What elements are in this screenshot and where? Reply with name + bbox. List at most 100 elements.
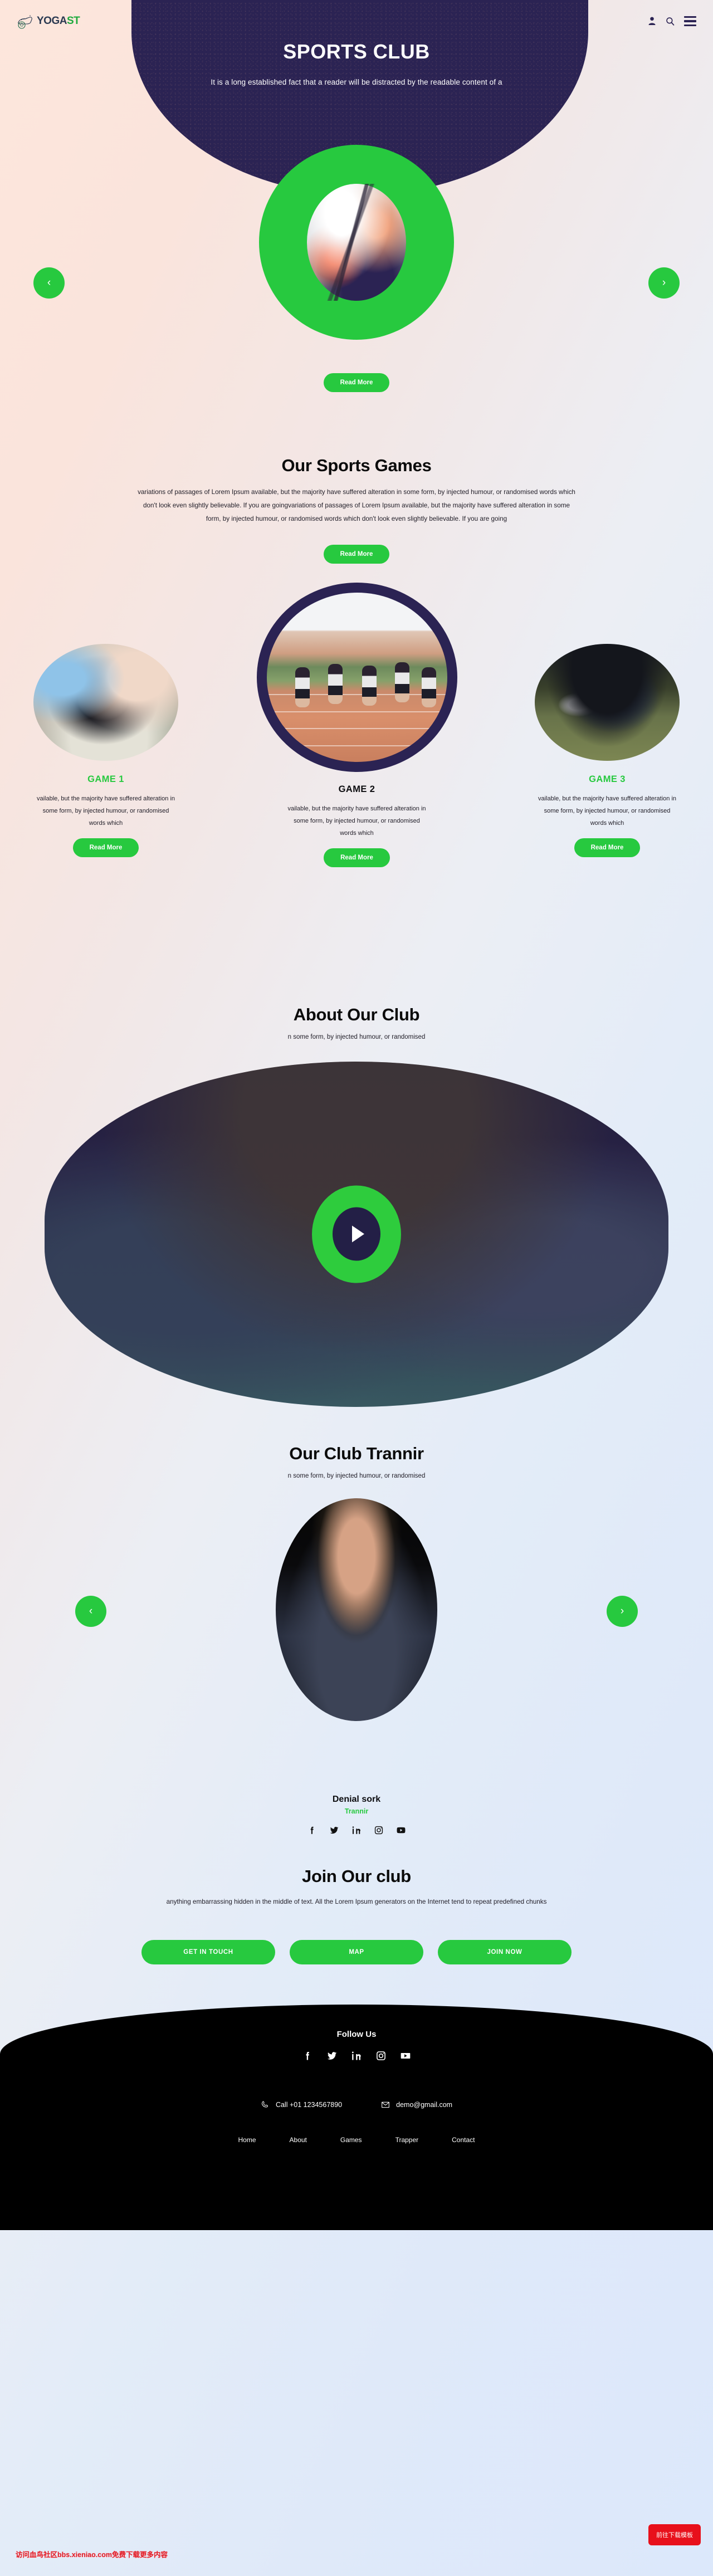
youtube-icon[interactable] [396, 1825, 406, 1835]
logo-text: YOGAST [37, 15, 80, 27]
footer-email-text: demo@gmail.com [396, 2100, 453, 2109]
game-2-ring[interactable] [256, 582, 457, 772]
join-paragraph: anything embarrassing hidden in the midd… [166, 1898, 547, 1905]
twitter-icon[interactable] [329, 1825, 339, 1835]
about-video-thumbnail[interactable] [45, 1061, 668, 1407]
instagram-icon[interactable] [374, 1825, 384, 1835]
hero-ball-circle [259, 145, 454, 340]
trainer-name: Denial sork [332, 1794, 381, 1804]
game-3-title: GAME 3 [589, 774, 626, 784]
user-icon[interactable] [648, 16, 656, 26]
game-card-1: GAME 1 vailable, but the majority have s… [33, 643, 178, 857]
game-3-cta-wrap: Read More [535, 838, 680, 857]
game-2-cta-wrap: Read More [205, 848, 509, 867]
games-cards-row: GAME 1 vailable, but the majority have s… [0, 582, 713, 972]
footer-phone-text: Call +01 1234567890 [275, 2100, 343, 2109]
footer-link-about[interactable]: About [290, 2136, 307, 2144]
twitter-icon[interactable] [326, 2050, 338, 2061]
games-section: Our Sports Games variations of passages … [0, 423, 713, 972]
youtube-icon[interactable] [400, 2050, 411, 2061]
logo-text-primary: YOGA [37, 15, 67, 27]
logo[interactable]: YOGAST [17, 13, 80, 30]
hero-next-button[interactable]: › [648, 267, 680, 299]
trainer-carousel: ‹ › [0, 1498, 713, 1788]
instagram-icon[interactable] [375, 2050, 387, 2061]
game-3-thumbnail[interactable] [535, 643, 680, 761]
game-1-text: vailable, but the majority have suffered… [36, 795, 175, 827]
footer-link-contact[interactable]: Contact [452, 2136, 475, 2144]
trainer-social-links [0, 1825, 713, 1835]
site-header: YOGAST [0, 0, 713, 42]
menu-bar [684, 24, 696, 26]
footer-nav: Home About Games Trapper Contact [0, 2136, 713, 2144]
game-3-text: vailable, but the majority have suffered… [538, 795, 677, 827]
about-section: About Our Club n some form, by injected … [0, 972, 713, 1407]
join-now-button[interactable]: JOIN NOW [438, 1939, 572, 1964]
menu-bar [684, 20, 696, 22]
hero-subtitle: It is a long established fact that a rea… [211, 78, 502, 86]
game-2-text: vailable, but the majority have suffered… [287, 805, 426, 837]
facebook-icon[interactable] [302, 2050, 313, 2061]
menu-bar [684, 16, 696, 18]
hero-cta-wrap: Read More [0, 373, 713, 392]
trainer-avatar [276, 1498, 437, 1721]
join-section: Join Our club anything embarrassing hidd… [0, 1835, 713, 1964]
game-1-thumbnail[interactable] [33, 643, 178, 761]
game-2-title: GAME 2 [338, 784, 375, 794]
shoe-ball-logo-icon [18, 15, 32, 29]
page-root: YOGAST SPORTS CLUB It is a long establis… [0, 0, 713, 2576]
menu-icon[interactable] [684, 16, 696, 26]
game-2-thumbnail [266, 592, 447, 762]
trainer-role: Trannir [344, 1807, 369, 1815]
game-1-cta-wrap: Read More [33, 838, 178, 857]
trainer-next-button[interactable]: › [607, 1595, 638, 1627]
trainer-subtitle: n some form, by injected humour, or rand… [287, 1472, 426, 1479]
hero-prev-button[interactable]: ‹ [33, 267, 65, 299]
trainer-heading: Our Club Trannir [289, 1443, 424, 1463]
footer-follow-heading: Follow Us [336, 2029, 377, 2039]
game-1-title: GAME 1 [87, 774, 124, 784]
header-icons [648, 16, 696, 26]
games-cta-wrap: Read More [0, 544, 713, 564]
game-card-3: GAME 3 vailable, but the majority have s… [535, 643, 680, 857]
footer-email[interactable]: demo@gmail.com [381, 2100, 452, 2109]
games-paragraph: variations of passages of Lorem Ipsum av… [138, 488, 575, 522]
play-icon[interactable] [312, 1185, 401, 1283]
facebook-icon[interactable] [307, 1825, 317, 1835]
linkedin-icon[interactable] [351, 2050, 362, 2061]
game-1-read-more-button[interactable]: Read More [72, 838, 139, 857]
hero-section: SPORTS CLUB It is a long established fac… [0, 0, 713, 423]
linkedin-icon[interactable] [351, 1825, 362, 1835]
watermark-text: 访问血鸟社区bbs.xieniao.com免费下载更多内容 [16, 2551, 168, 2559]
footer-link-home[interactable]: Home [238, 2136, 256, 2144]
logo-text-secondary: ST [66, 15, 80, 27]
game-card-2: GAME 2 vailable, but the majority have s… [205, 582, 509, 867]
play-core [333, 1207, 380, 1261]
phone-icon [261, 2101, 268, 2108]
about-heading: About Our Club [293, 1004, 420, 1024]
trainer-prev-button[interactable]: ‹ [75, 1595, 106, 1627]
soccer-ball-image [307, 184, 406, 301]
game-3-read-more-button[interactable]: Read More [574, 838, 641, 857]
games-read-more-button[interactable]: Read More [323, 544, 390, 564]
get-in-touch-button[interactable]: GET IN TOUCH [141, 1939, 275, 1964]
play-triangle [352, 1225, 364, 1243]
hero-read-more-button[interactable]: Read More [323, 373, 390, 392]
search-icon[interactable] [666, 17, 675, 26]
site-footer: Follow Us Call +01 1234567890 demo@gmail… [0, 2004, 713, 2230]
join-heading: Join Our club [302, 1866, 411, 1886]
mail-icon [382, 2101, 390, 2108]
footer-contact-row: Call +01 1234567890 demo@gmail.com [0, 2100, 713, 2109]
game-2-read-more-button[interactable]: Read More [324, 848, 390, 867]
map-button[interactable]: MAP [290, 1939, 423, 1964]
games-heading: Our Sports Games [281, 456, 432, 475]
join-buttons-row: GET IN TOUCH MAP JOIN NOW [0, 1939, 713, 1964]
footer-link-trapper[interactable]: Trapper [395, 2136, 419, 2144]
trainer-section: Our Club Trannir n some form, by injecte… [0, 1407, 713, 1835]
about-subtitle: n some form, by injected humour, or rand… [287, 1033, 426, 1040]
hero-title: SPORTS CLUB [283, 40, 430, 63]
footer-link-games[interactable]: Games [340, 2136, 362, 2144]
footer-phone[interactable]: Call +01 1234567890 [261, 2100, 342, 2109]
download-template-button[interactable]: 前往下载模板 [648, 2524, 701, 2545]
footer-social-links [0, 2050, 713, 2061]
